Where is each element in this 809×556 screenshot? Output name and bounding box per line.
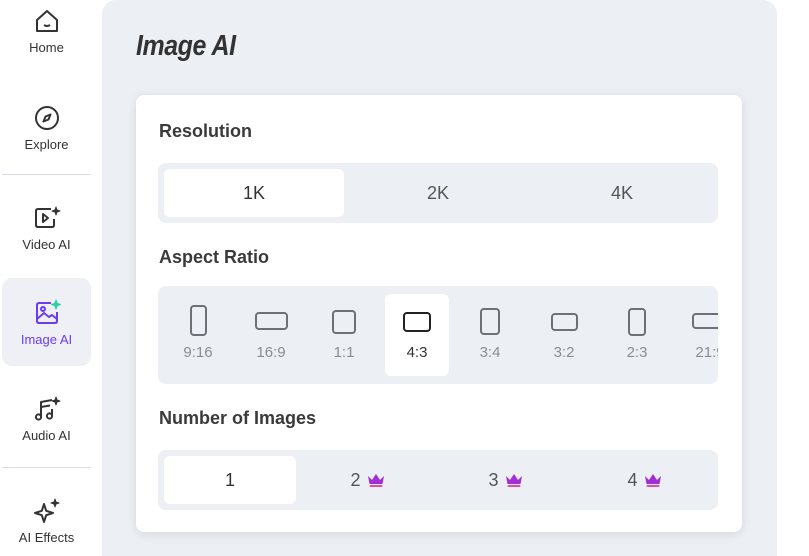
sidebar-item-label: Image AI xyxy=(20,331,73,347)
page-title: Image AI xyxy=(136,30,236,62)
video-ai-icon xyxy=(32,203,62,233)
aspect-ratio-label: 21:9 xyxy=(695,344,718,361)
sidebar-item-label: Video AI xyxy=(22,236,71,252)
image-count-label: 2 xyxy=(350,469,361,490)
aspect-ratio-label: 1:1 xyxy=(333,344,355,361)
sidebar-item-label: Home xyxy=(29,39,64,55)
sidebar: Home Explore Video AI Image AI Audio AI … xyxy=(0,0,96,556)
sidebar-item-image-ai[interactable]: Image AI xyxy=(2,278,91,366)
sidebar-item-label: Explore xyxy=(24,136,69,152)
number-of-images-title: Number of Images xyxy=(159,408,317,428)
premium-crown-icon xyxy=(367,474,384,487)
home-icon xyxy=(32,6,62,36)
image-count-option-4[interactable]: 4 xyxy=(578,456,712,504)
aspect-ratio-selector: 9:16 16:9 1:1 4:3 3:4 3:2 2:3 21: xyxy=(158,286,718,384)
app-window: Home Explore Video AI Image AI Audio AI … xyxy=(0,0,809,556)
premium-crown-icon xyxy=(644,474,661,487)
image-count-label: 1 xyxy=(224,469,235,490)
landscape-ratio-icon xyxy=(254,312,288,330)
premium-crown-icon xyxy=(505,474,522,487)
resolution-title: Resolution xyxy=(159,121,252,141)
settings-card: Resolution 1K 2K 4K Aspect Ratio 9:16 16… xyxy=(136,95,742,532)
landscape-ratio-icon xyxy=(692,313,718,329)
aspect-ratio-option-3-4[interactable]: 3:4 xyxy=(458,294,522,376)
landscape-ratio-icon xyxy=(550,313,578,331)
portrait-ratio-icon xyxy=(189,305,207,336)
aspect-ratio-option-2-3[interactable]: 2:3 xyxy=(605,294,669,376)
aspect-ratio-title: Aspect Ratio xyxy=(159,247,270,267)
sparkles-icon xyxy=(32,496,62,526)
aspect-ratio-label: 4:3 xyxy=(406,344,428,361)
sidebar-item-label: AI Effects xyxy=(18,529,75,545)
aspect-ratio-label: 3:4 xyxy=(479,344,501,361)
aspect-ratio-option-16-9[interactable]: 16:9 xyxy=(239,294,303,376)
resolution-selector: 1K 2K 4K xyxy=(158,163,718,223)
audio-ai-icon xyxy=(32,394,62,424)
image-count-option-2[interactable]: 2 xyxy=(302,456,434,504)
resolution-option-1k[interactable]: 1K xyxy=(164,169,344,217)
sidebar-item-explore[interactable]: Explore xyxy=(2,83,91,171)
aspect-ratio-option-21-9[interactable]: 21:9 xyxy=(678,294,718,376)
portrait-ratio-icon xyxy=(628,308,646,336)
square-ratio-icon xyxy=(332,310,356,334)
image-count-option-1[interactable]: 1 xyxy=(164,456,296,504)
aspect-ratio-label: 16:9 xyxy=(256,344,286,361)
main-panel: Image AI Resolution 1K 2K 4K Aspect Rati… xyxy=(102,0,777,556)
aspect-ratio-option-9-16[interactable]: 9:16 xyxy=(166,294,230,376)
sidebar-item-video-ai[interactable]: Video AI xyxy=(2,183,91,271)
sidebar-item-audio-ai[interactable]: Audio AI xyxy=(2,374,91,462)
sidebar-item-label: Audio AI xyxy=(22,427,71,443)
aspect-ratio-label: 2:3 xyxy=(626,344,648,361)
image-count-label: 3 xyxy=(488,469,499,490)
aspect-ratio-label: 3:2 xyxy=(553,344,575,361)
aspect-ratio-option-3-2[interactable]: 3:2 xyxy=(532,294,596,376)
number-of-images-selector: 1 2 3 4 xyxy=(158,450,718,510)
aspect-ratio-option-4-3[interactable]: 4:3 xyxy=(385,294,449,376)
portrait-ratio-icon xyxy=(480,308,500,335)
resolution-option-4k[interactable]: 4K xyxy=(532,169,712,217)
image-count-option-3[interactable]: 3 xyxy=(440,456,572,504)
aspect-ratio-option-1-1[interactable]: 1:1 xyxy=(312,294,376,376)
sidebar-divider xyxy=(2,174,91,175)
image-count-label: 4 xyxy=(627,469,638,490)
image-ai-icon xyxy=(32,298,62,328)
resolution-option-2k[interactable]: 2K xyxy=(348,169,528,217)
landscape-ratio-icon xyxy=(403,312,431,332)
sidebar-item-home[interactable]: Home xyxy=(2,0,91,74)
sidebar-item-ai-effects[interactable]: AI Effects xyxy=(2,476,91,556)
compass-icon xyxy=(32,103,62,133)
aspect-ratio-label: 9:16 xyxy=(183,344,213,361)
sidebar-divider xyxy=(2,467,91,468)
